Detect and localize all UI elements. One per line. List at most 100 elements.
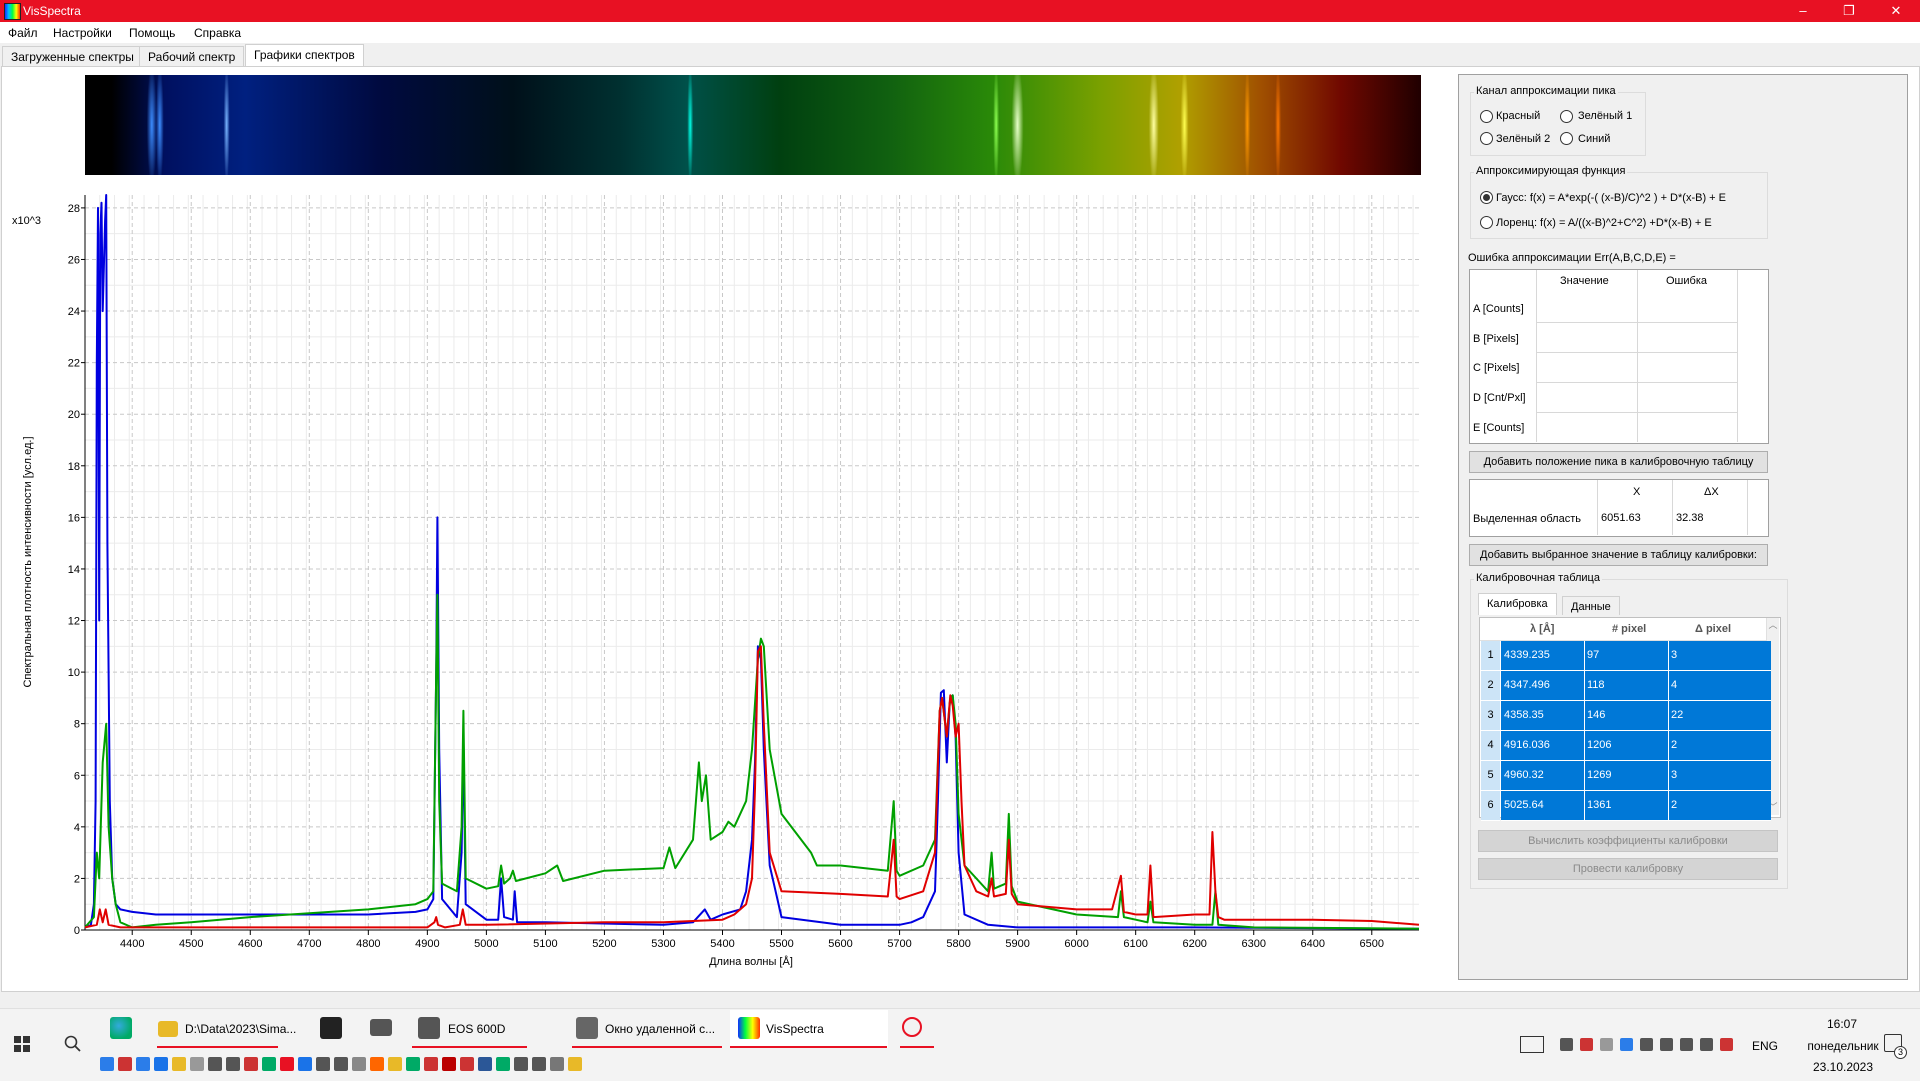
spectrum-chart[interactable]: 4400 4500 4600 4700 4800 4900 5000 5100 5200 5300… xyxy=(0,190,1440,990)
tab-spectra-graphs[interactable]: Графики спектров xyxy=(245,44,364,68)
calib-header-pixel[interactable]: # pixel xyxy=(1612,623,1646,635)
taskbar-app-eos[interactable]: EOS 600D xyxy=(412,1010,527,1048)
mail-icon[interactable] xyxy=(370,1019,392,1036)
tray-icon[interactable] xyxy=(1700,1038,1713,1051)
tray-icon[interactable] xyxy=(1720,1038,1733,1051)
quicklaunch-icon[interactable] xyxy=(478,1057,492,1071)
quicklaunch-icon[interactable] xyxy=(388,1057,402,1071)
quicklaunch-icon[interactable] xyxy=(208,1057,222,1071)
scroll-up-icon[interactable]: ︿ xyxy=(1767,618,1779,631)
tab-data[interactable]: Данные xyxy=(1562,596,1620,615)
radio-gauss[interactable] xyxy=(1480,191,1493,204)
tray-icon[interactable] xyxy=(1620,1038,1633,1051)
calib-row-cells[interactable]: 4347.496 118 4 xyxy=(1501,671,1771,701)
quicklaunch-icon[interactable] xyxy=(514,1057,528,1071)
taskbar-app-visspectra[interactable]: VisSpectra xyxy=(730,1010,887,1048)
quicklaunch-icon[interactable] xyxy=(568,1057,582,1071)
calib-dpixel: 4 xyxy=(1671,679,1678,691)
quicklaunch-icon[interactable] xyxy=(424,1057,438,1071)
store-icon[interactable] xyxy=(320,1017,342,1039)
calib-header-dpixel[interactable]: Δ pixel xyxy=(1695,623,1731,635)
quicklaunch-icon[interactable] xyxy=(298,1057,312,1071)
quicklaunch-icon[interactable] xyxy=(100,1057,114,1071)
quicklaunch-icon[interactable] xyxy=(280,1057,294,1071)
visspectra-icon[interactable] xyxy=(738,1017,760,1039)
calib-row[interactable]: 6 5025.64 1361 2 xyxy=(1481,791,1771,821)
quicklaunch-icon[interactable] xyxy=(460,1057,474,1071)
remote-desktop-icon[interactable] xyxy=(576,1017,598,1039)
calc-coefficients-button[interactable]: Вычислить коэффициенты калибровки xyxy=(1478,830,1778,852)
calib-row-cells[interactable]: 4960.32 1269 3 xyxy=(1501,761,1771,791)
close-button[interactable]: ✕ xyxy=(1873,0,1919,22)
radio-green2[interactable] xyxy=(1480,132,1493,145)
tray-icon[interactable] xyxy=(1660,1038,1673,1051)
quicklaunch-icon[interactable] xyxy=(244,1057,258,1071)
minimize-button[interactable]: – xyxy=(1780,0,1826,22)
tab-working-spectrum[interactable]: Рабочий спектр xyxy=(139,46,245,67)
selection-label: Выделенная область xyxy=(1473,513,1581,525)
quicklaunch-icon[interactable] xyxy=(406,1057,420,1071)
quicklaunch-icon[interactable] xyxy=(118,1057,132,1071)
radio-green1[interactable] xyxy=(1560,110,1573,123)
calib-row-cells[interactable]: 4358.35 146 22 xyxy=(1501,701,1771,731)
tab-calibration[interactable]: Калибровка xyxy=(1478,593,1557,615)
quicklaunch-icon[interactable] xyxy=(352,1057,366,1071)
tab-loaded-spectra[interactable]: Загруженные спектры xyxy=(2,46,143,67)
language-indicator[interactable]: ENG xyxy=(1752,1039,1778,1053)
taskbar-app-explorer[interactable]: D:\Data\2023\Sima... xyxy=(157,1010,296,1048)
remote-icon[interactable] xyxy=(418,1017,440,1039)
tray-icon[interactable] xyxy=(1680,1038,1693,1051)
taskbar-app-remote[interactable]: Окно удаленной с... xyxy=(572,1010,722,1048)
quicklaunch-icon[interactable] xyxy=(442,1057,456,1071)
tray-icon[interactable] xyxy=(1560,1038,1573,1051)
menu-help[interactable]: Помощь xyxy=(129,26,175,40)
calib-row[interactable]: 3 4358.35 146 22 xyxy=(1481,701,1771,731)
clock-day[interactable]: понедельник xyxy=(1798,1039,1888,1053)
quicklaunch-icon[interactable] xyxy=(316,1057,330,1071)
tray-icon[interactable] xyxy=(1640,1038,1653,1051)
clock-time[interactable]: 16:07 xyxy=(1812,1017,1872,1031)
calib-row-cells[interactable]: 4916.036 1206 2 xyxy=(1501,731,1771,761)
run-calibration-button[interactable]: Провести калибровку xyxy=(1478,858,1778,880)
clock-date[interactable]: 23.10.2023 xyxy=(1798,1060,1888,1074)
x-tick-label: 5700 xyxy=(887,938,911,950)
quicklaunch-icon[interactable] xyxy=(172,1057,186,1071)
radio-red[interactable] xyxy=(1480,110,1493,123)
menu-settings[interactable]: Настройки xyxy=(53,26,112,40)
quicklaunch-icon[interactable] xyxy=(532,1057,546,1071)
quicklaunch-icon[interactable] xyxy=(226,1057,240,1071)
calib-row[interactable]: 2 4347.496 118 4 xyxy=(1481,671,1771,701)
calib-row-cells[interactable]: 4339.235 97 3 xyxy=(1501,641,1771,671)
quicklaunch-icon[interactable] xyxy=(262,1057,276,1071)
pinned-app-icon[interactable] xyxy=(902,1017,922,1037)
folder-icon[interactable] xyxy=(158,1021,178,1037)
add-value-button[interactable]: Добавить выбранное значение в таблицу ка… xyxy=(1469,544,1768,566)
y-axis-label: Спектральная плотность интенсивности [ус… xyxy=(22,436,34,687)
search-icon[interactable] xyxy=(64,1035,82,1053)
radio-lorentz[interactable] xyxy=(1480,216,1493,229)
edge-icon[interactable] xyxy=(110,1017,132,1039)
quicklaunch-icon[interactable] xyxy=(154,1057,168,1071)
quicklaunch-icon[interactable] xyxy=(334,1057,348,1071)
tray-icon[interactable] xyxy=(1600,1038,1613,1051)
calib-header-lambda[interactable]: λ [Å] xyxy=(1530,623,1554,635)
tray-icon[interactable] xyxy=(1580,1038,1593,1051)
quicklaunch-icon[interactable] xyxy=(136,1057,150,1071)
fit-params-table[interactable] xyxy=(1469,269,1769,444)
keyboard-icon[interactable] xyxy=(1520,1036,1544,1053)
start-icon[interactable] xyxy=(14,1036,30,1052)
calib-row[interactable]: 1 4339.235 97 3 xyxy=(1481,641,1771,671)
calib-row[interactable]: 5 4960.32 1269 3 xyxy=(1481,761,1771,791)
quicklaunch-icon[interactable] xyxy=(370,1057,384,1071)
add-peak-button[interactable]: Добавить положение пика в калибровочную … xyxy=(1469,451,1768,473)
quicklaunch-icon[interactable] xyxy=(496,1057,510,1071)
quicklaunch-icon[interactable] xyxy=(190,1057,204,1071)
radio-blue[interactable] xyxy=(1560,132,1573,145)
menu-reference[interactable]: Справка xyxy=(194,26,241,40)
quicklaunch-icon[interactable] xyxy=(550,1057,564,1071)
menu-file[interactable]: Файл xyxy=(8,26,38,40)
fit-row-a: A [Counts] xyxy=(1473,303,1524,315)
maximize-button[interactable]: ❐ xyxy=(1826,0,1872,22)
calib-row[interactable]: 4 4916.036 1206 2 xyxy=(1481,731,1771,761)
calib-row-cells[interactable]: 5025.64 1361 2 xyxy=(1501,791,1771,821)
